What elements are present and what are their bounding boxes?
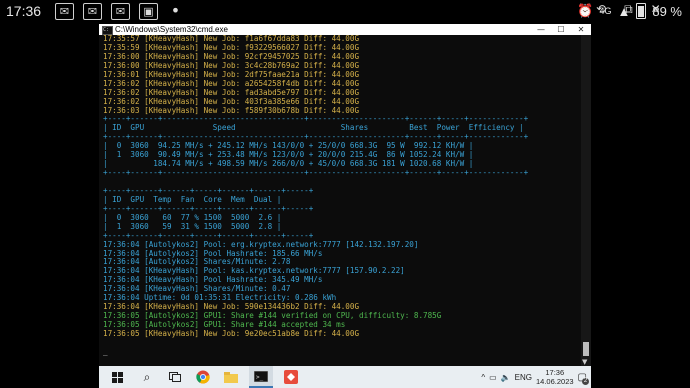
console-line: +----+------+---------------------------… bbox=[103, 168, 529, 178]
volume-icon[interactable]: 🔈 bbox=[501, 373, 511, 382]
rotate-icon[interactable]: ⟲ bbox=[596, 2, 606, 17]
svg-text:>_: >_ bbox=[256, 374, 264, 381]
cmd-window-icon: C: bbox=[102, 26, 113, 35]
console-output[interactable]: 17:35:57 [KHeavyHash] New Job: f1a6f67dd… bbox=[103, 35, 579, 366]
chrome-icon[interactable] bbox=[193, 366, 213, 388]
console-line: _ bbox=[103, 346, 108, 356]
android-status-bar: 17:36 ✉ ✉ ✉ ▣ • ⏰ 4G ▲ 89 % bbox=[0, 0, 690, 24]
mail-icon: ✉ bbox=[55, 3, 74, 20]
notification-count: 2 bbox=[582, 377, 589, 385]
scrollbar[interactable]: ▼ bbox=[581, 35, 591, 366]
close-button[interactable]: ✕ bbox=[571, 24, 591, 35]
clock-time: 17:36 bbox=[545, 368, 565, 377]
tray-chevron-icon[interactable]: ^ bbox=[481, 373, 485, 382]
maximize-button[interactable]: ☐ bbox=[551, 24, 571, 35]
minimize-button[interactable]: — bbox=[531, 24, 551, 35]
alarm-icon: ⏰ bbox=[577, 3, 594, 18]
android-top-controls: ⟲ ⧉ ✕ bbox=[596, 2, 661, 17]
search-icon[interactable]: ⌕ bbox=[137, 366, 157, 388]
mail-icon: ✉ bbox=[111, 3, 130, 20]
language-indicator[interactable]: ENG bbox=[515, 373, 532, 382]
scroll-thumb[interactable] bbox=[583, 342, 589, 356]
clock-date: 14.06.2023 bbox=[536, 377, 574, 386]
cmd-window[interactable]: C: C:\Windows\System32\cmd.exe — ☐ ✕ 17:… bbox=[99, 24, 591, 366]
windows-logo-icon bbox=[111, 371, 123, 383]
photo-icon: ▣ bbox=[139, 3, 158, 20]
notification-center-icon[interactable]: ▢ 2 bbox=[578, 372, 589, 385]
dot-icon: • bbox=[170, 1, 181, 20]
file-explorer-icon[interactable] bbox=[221, 366, 241, 388]
window-title: C:\Windows\System32\cmd.exe bbox=[115, 25, 228, 34]
anydesk-icon[interactable] bbox=[281, 366, 301, 388]
window-titlebar[interactable]: C: C:\Windows\System32\cmd.exe — ☐ ✕ bbox=[99, 24, 591, 35]
task-view-icon[interactable] bbox=[165, 366, 185, 388]
open-window-icon[interactable]: ⧉ bbox=[624, 2, 633, 17]
console-line: 17:36:05 [KHeavyHash] New Job: 9e20ec51a… bbox=[103, 328, 360, 338]
status-time: 17:36 bbox=[6, 3, 42, 19]
taskbar-clock[interactable]: 17:36 14.06.2023 bbox=[536, 368, 574, 386]
close-app-icon[interactable]: ✕ bbox=[651, 2, 661, 17]
start-button[interactable] bbox=[107, 366, 127, 388]
system-tray: ^ ▭ 🔈 ENG 17:36 14.06.2023 ▢ 2 bbox=[481, 368, 589, 386]
cmd-icon[interactable]: >_ bbox=[249, 366, 273, 388]
windows-taskbar: ⌕ >_ ^ ▭ 🔈 ENG 17:36 14.06.2023 ▢ 2 bbox=[99, 366, 591, 388]
network-icon[interactable]: ▭ bbox=[489, 373, 497, 382]
scroll-down-arrow[interactable]: ▼ bbox=[582, 358, 587, 366]
mail-icon: ✉ bbox=[83, 3, 102, 20]
notification-icons: ✉ ✉ ✉ ▣ • bbox=[55, 1, 184, 20]
